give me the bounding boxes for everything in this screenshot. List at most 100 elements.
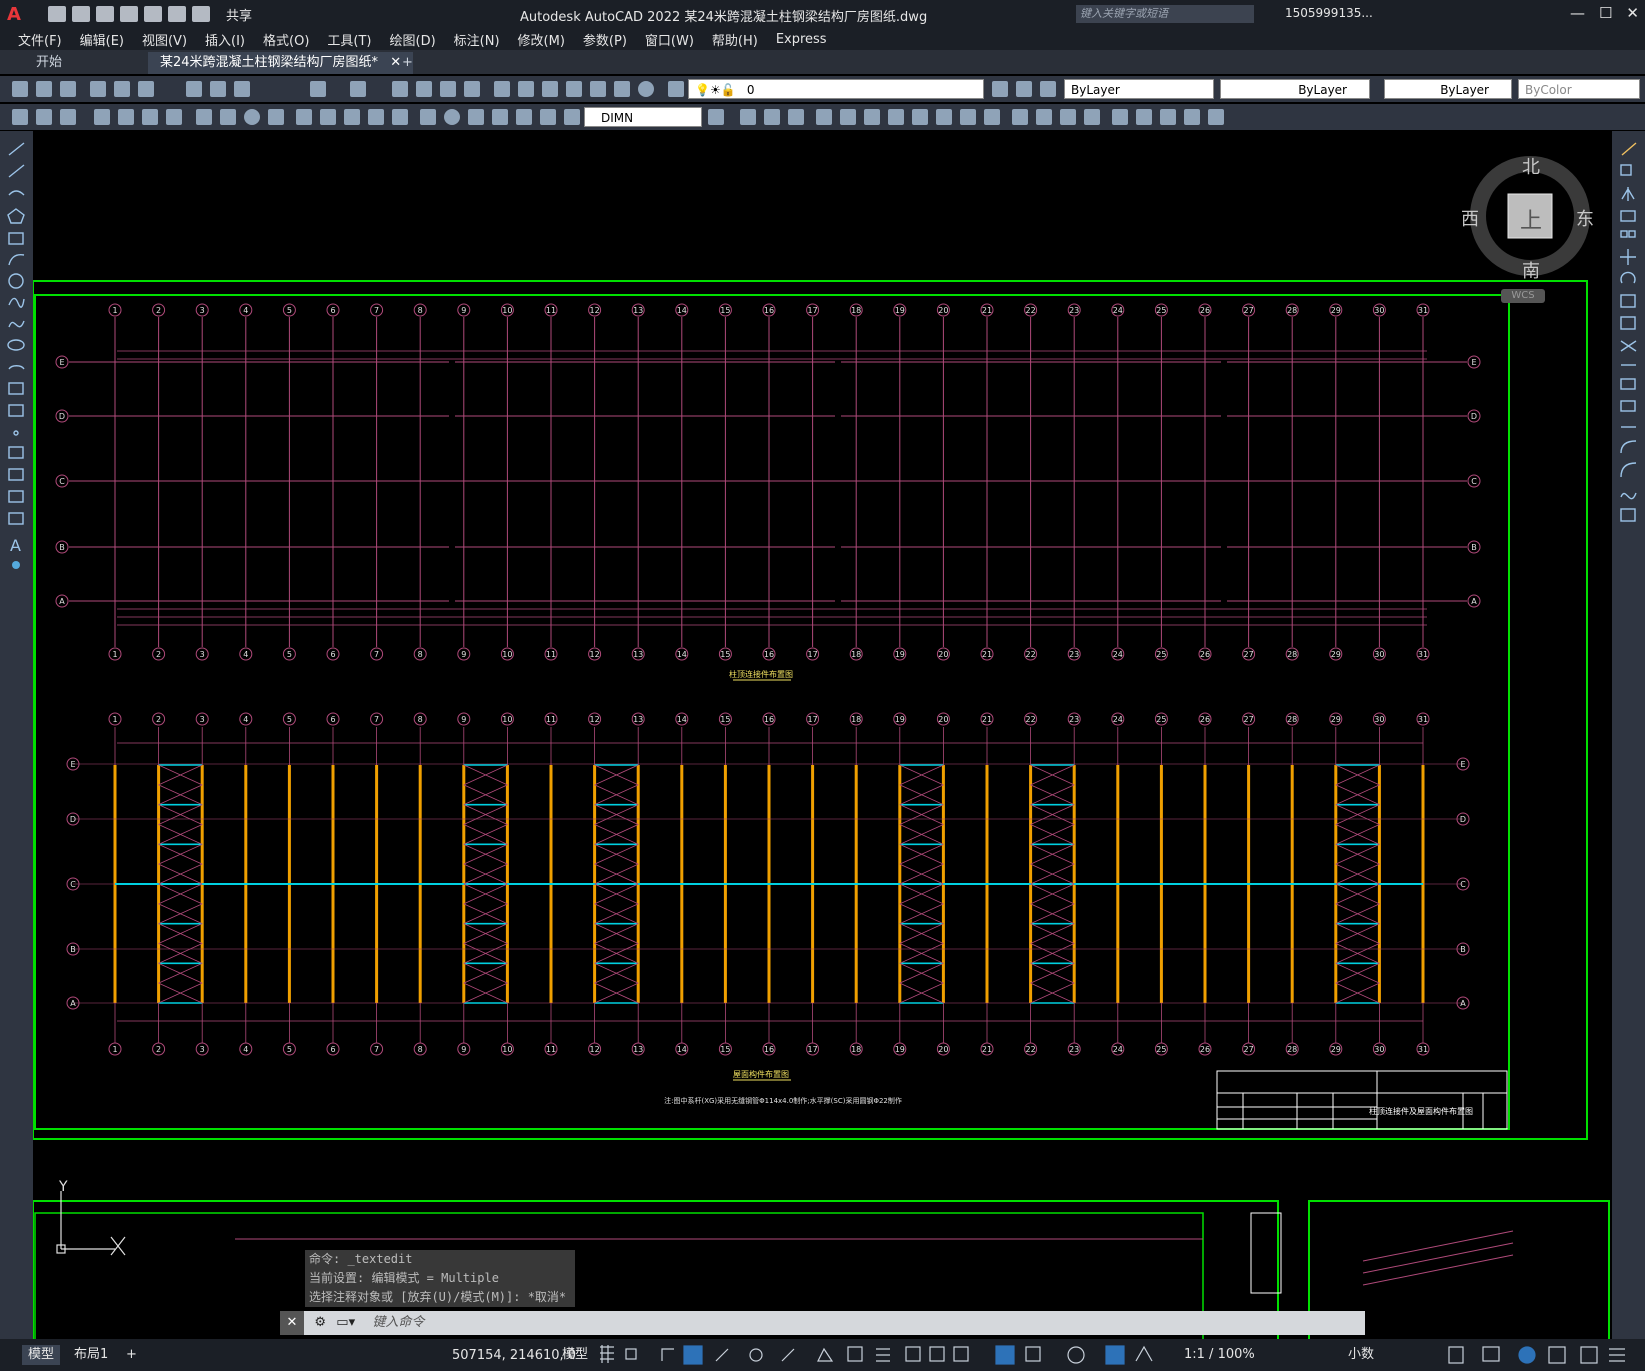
ucs-y-icon[interactable] <box>984 109 1000 125</box>
match-properties-icon[interactable] <box>12 109 28 125</box>
ucs-icon[interactable] <box>740 109 756 125</box>
tab-drawing[interactable]: 某24米跨混凝土柱钢梁结构厂房图纸* ✕ <box>148 52 414 74</box>
drawing-canvas[interactable]: 1 1 2 2 3 3 4 4 5 5 6 6 7 7 8 8 9 9 10 10 11 11 12 12 13 13 14 14 15… <box>33 131 1612 1341</box>
maximize-button[interactable]: ☐ <box>1599 4 1612 22</box>
quick-dim-icon[interactable] <box>296 109 312 125</box>
view-iso-icon[interactable] <box>1208 109 1224 125</box>
copy-icon[interactable] <box>210 81 226 97</box>
dim-break-icon[interactable] <box>392 109 408 125</box>
menu-dimension[interactable]: 标注(N) <box>454 30 500 49</box>
paste-icon[interactable] <box>234 81 250 97</box>
radius-dim-icon[interactable] <box>196 109 212 125</box>
layer-state-icon[interactable] <box>1040 81 1056 97</box>
block-icon[interactable] <box>36 109 52 125</box>
command-close-icon[interactable]: ✕ <box>280 1311 304 1335</box>
ucs-face-icon[interactable] <box>816 109 832 125</box>
viewcube-top-face[interactable]: 上 <box>1520 203 1542 235</box>
menu-insert[interactable]: 插入(I) <box>205 30 245 49</box>
view-front-icon[interactable] <box>1112 109 1128 125</box>
design-center-icon[interactable] <box>518 81 534 97</box>
ucs-origin-icon[interactable] <box>888 109 904 125</box>
zoom-previous-icon[interactable] <box>464 81 480 97</box>
menu-file[interactable]: 文件(F) <box>18 30 62 49</box>
ucs-x-icon[interactable] <box>960 109 976 125</box>
view-right-icon[interactable] <box>1184 109 1200 125</box>
dim-text-edit-icon[interactable] <box>540 109 556 125</box>
drawing-svg[interactable]: 1122334455667788991010111112121313141415… <box>33 131 1612 1341</box>
pan-icon[interactable] <box>392 81 408 97</box>
properties-icon[interactable] <box>494 81 510 97</box>
dim-space-icon[interactable] <box>368 109 384 125</box>
cut-icon[interactable] <box>186 81 202 97</box>
menu-parametric[interactable]: 参数(P) <box>583 30 627 49</box>
search-input[interactable]: 键入关键字或短语 <box>1076 5 1254 23</box>
ordinate-dim-icon[interactable] <box>166 109 182 125</box>
color-select[interactable]: ByLayer <box>1064 79 1214 99</box>
save-icon[interactable] <box>60 81 76 97</box>
layer-previous-icon[interactable] <box>1016 81 1032 97</box>
menu-tools[interactable]: 工具(T) <box>327 30 371 49</box>
center-mark-icon[interactable] <box>444 109 460 125</box>
tab-start[interactable]: 开始 <box>24 52 74 74</box>
menu-help[interactable]: 帮助(H) <box>712 30 758 49</box>
model-space-toggle[interactable]: 模型 <box>556 1345 594 1365</box>
add-layout-button[interactable]: + <box>120 1345 143 1365</box>
viewcube[interactable]: 北 南 东 西 上 <box>1461 151 1595 283</box>
diameter-dim-icon[interactable] <box>244 109 260 125</box>
menu-draw[interactable]: 绘图(D) <box>390 30 436 49</box>
help-icon[interactable] <box>638 81 654 97</box>
tool-palettes-icon[interactable] <box>542 81 558 97</box>
dim-edit-icon[interactable] <box>516 109 532 125</box>
baseline-dim-icon[interactable] <box>320 109 336 125</box>
linear-dim-icon[interactable] <box>94 109 110 125</box>
user-account[interactable]: 1505999135... <box>1285 6 1373 20</box>
tolerance-icon[interactable] <box>420 109 436 125</box>
menu-view[interactable]: 视图(V) <box>142 30 187 49</box>
dim-update-icon[interactable] <box>564 109 580 125</box>
preview-icon[interactable] <box>114 81 130 97</box>
layer-walk-icon[interactable] <box>60 109 76 125</box>
jogged-dim-icon[interactable] <box>220 109 236 125</box>
calculator-icon[interactable] <box>614 81 630 97</box>
units-select[interactable]: 小数 <box>1342 1345 1380 1365</box>
viewcube-east[interactable]: 东 <box>1576 205 1594 231</box>
menu-express[interactable]: Express <box>776 32 827 47</box>
zoom-window-icon[interactable] <box>440 81 456 97</box>
plotstyle-select[interactable]: ByColor <box>1518 79 1640 99</box>
realistic-icon[interactable] <box>1060 109 1076 125</box>
tab-model[interactable]: 模型 <box>22 1345 61 1365</box>
menu-modify[interactable]: 修改(M) <box>518 30 565 49</box>
dim-style-icon[interactable] <box>708 109 724 125</box>
ucs-world-icon[interactable] <box>764 109 780 125</box>
sheet-set-icon[interactable] <box>566 81 582 97</box>
viewcube-north[interactable]: 北 <box>1522 153 1540 179</box>
menu-edit[interactable]: 编辑(E) <box>80 30 124 49</box>
new-icon[interactable] <box>12 81 28 97</box>
save-icon[interactable] <box>96 6 114 22</box>
new-icon[interactable] <box>48 6 66 22</box>
close-button[interactable]: ✕ <box>1626 4 1639 22</box>
ucs-3point-icon[interactable] <box>936 109 952 125</box>
tab-layout1[interactable]: 布局1 <box>68 1345 114 1365</box>
autocad-logo[interactable]: A <box>0 0 28 28</box>
wcs-menu[interactable]: WCS <box>1501 289 1545 303</box>
tab-add-button[interactable]: + <box>390 52 425 74</box>
make-current-icon[interactable] <box>992 81 1008 97</box>
arc-length-icon[interactable] <box>142 109 158 125</box>
layer-select[interactable]: 💡☀🔓 0 <box>688 79 984 99</box>
angular-dim-icon[interactable] <box>268 109 284 125</box>
redo-icon[interactable] <box>350 81 366 97</box>
customize-icon[interactable]: ⚙ <box>308 1311 332 1335</box>
conceptual-icon[interactable] <box>1084 109 1100 125</box>
layer-properties-icon[interactable] <box>668 81 684 97</box>
recent-commands-icon[interactable]: ▭▾ <box>336 1311 368 1335</box>
annotation-scale[interactable]: 1:1 / 100% <box>1178 1345 1261 1365</box>
ucs-object-icon[interactable] <box>840 109 856 125</box>
open-icon[interactable] <box>36 81 52 97</box>
menu-window[interactable]: 窗口(W) <box>645 30 694 49</box>
viewcube-south[interactable]: 南 <box>1522 257 1540 283</box>
undo-icon[interactable] <box>168 6 186 22</box>
linetype-select[interactable]: ByLayer <box>1220 79 1370 99</box>
undo-icon[interactable] <box>310 81 326 97</box>
inspect-icon[interactable] <box>468 109 484 125</box>
